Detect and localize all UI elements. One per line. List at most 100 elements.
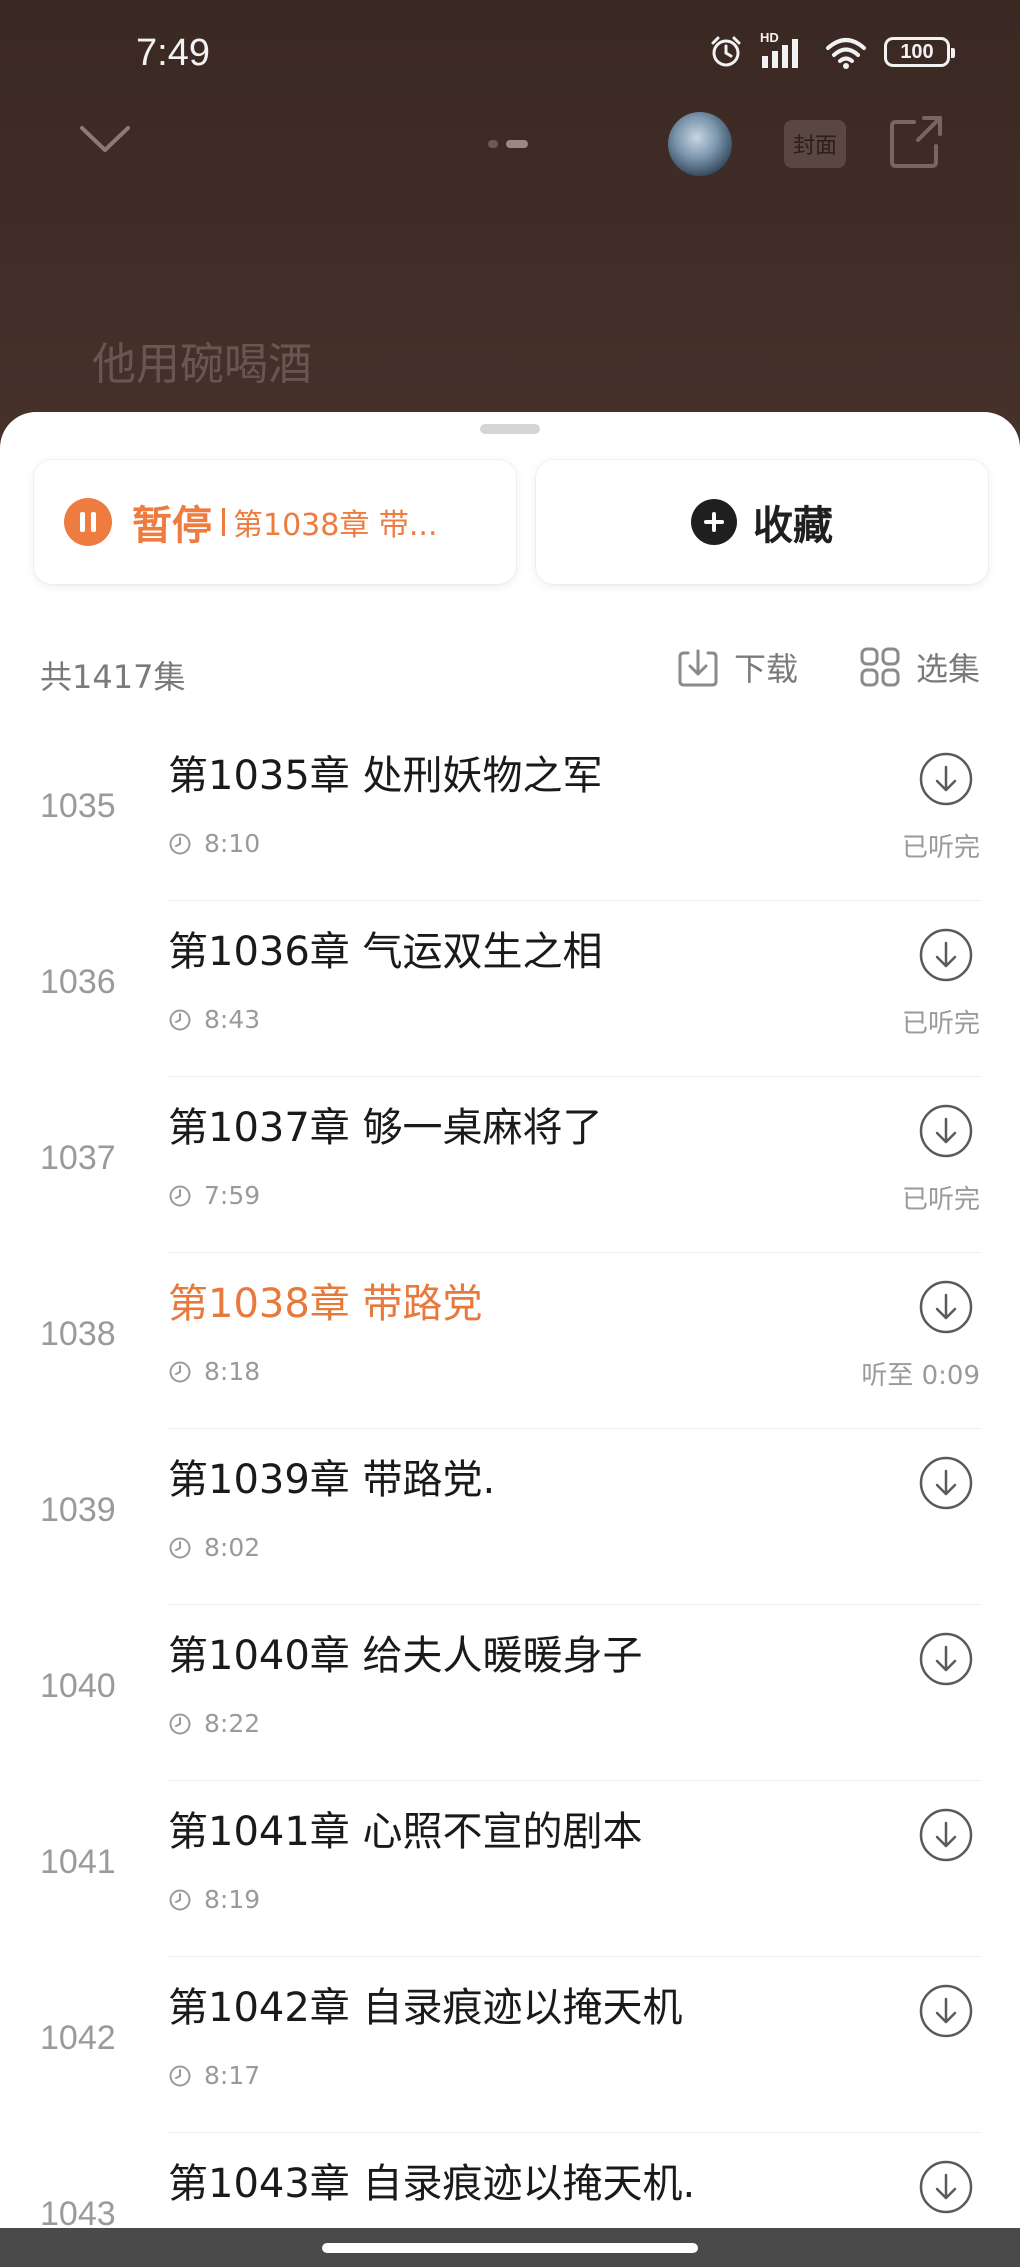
chapter-status: 已听完 [901, 1185, 980, 1215]
alarm-icon [711, 36, 741, 67]
download-circle-icon[interactable] [918, 2159, 974, 2215]
chapter-title: 第1043章 自录痕迹以掩天机. [168, 2161, 696, 2207]
chapter-row[interactable]: 1039 第1039章 带路党. 8:02 [0, 1429, 1020, 1605]
drag-handle[interactable] [480, 424, 540, 434]
chapter-duration: 8:18 [204, 1357, 261, 1386]
chapter-title: 第1035章 处刑妖物之军 [168, 753, 603, 799]
chapter-status: 已听完 [901, 1009, 980, 1039]
chapter-meta: 8:19 [168, 1885, 260, 1914]
chapter-number: 1041 [40, 1843, 116, 1881]
home-indicator[interactable] [322, 2243, 698, 2253]
chapter-number: 1040 [40, 1667, 116, 1705]
chapter-duration: 8:10 [204, 829, 261, 858]
chapter-number: 1035 [40, 787, 116, 825]
select-episodes-button[interactable]: 选集 [858, 644, 980, 690]
player-toolbar: 封面 [0, 110, 1020, 180]
chapter-title: 第1042章 自录痕迹以掩天机 [168, 1985, 683, 2031]
player-background: 7:49 HD 100 封面 他用碗喝酒 [0, 0, 1020, 440]
pause-button[interactable]: 暂停 第1038章 带... [34, 460, 516, 584]
download-button[interactable]: 下载 [676, 644, 798, 690]
battery-icon: 100 [884, 37, 955, 67]
chapter-meta: 7:59 [168, 1181, 260, 1210]
chapter-meta: 8:18 [168, 1357, 260, 1386]
divider [222, 508, 225, 536]
episode-count: 共1417集 [40, 658, 186, 696]
chapter-number: 1038 [40, 1315, 116, 1353]
chapter-duration: 8:19 [204, 1885, 261, 1914]
download-circle-icon[interactable] [918, 927, 974, 983]
status-time: 7:49 [136, 32, 210, 74]
chapter-meta: 8:43 [168, 1005, 260, 1034]
clock-icon [169, 1009, 191, 1030]
chapter-duration: 7:59 [204, 1181, 261, 1210]
clock-icon [169, 1713, 191, 1734]
chapter-row[interactable]: 1040 第1040章 给夫人暖暖身子 8:22 [0, 1605, 1020, 1781]
download-circle-icon[interactable] [918, 1807, 974, 1863]
chapter-meta: 8:02 [168, 1533, 260, 1562]
plus-icon [691, 499, 737, 545]
download-circle-icon[interactable] [918, 1103, 974, 1159]
action-row: 暂停 第1038章 带... 收藏 [34, 460, 988, 584]
download-circle-icon[interactable] [918, 1279, 974, 1335]
download-label: 下载 [733, 650, 798, 688]
system-nav-bar [0, 2228, 1020, 2267]
status-icons: HD 100 [708, 30, 955, 70]
pause-label: 暂停 [132, 503, 212, 549]
avatar[interactable] [668, 112, 732, 176]
status-bar: 7:49 HD 100 [0, 28, 1020, 88]
grid-icon [860, 647, 900, 687]
select-label: 选集 [915, 650, 980, 688]
chapter-title: 第1037章 够一桌麻将了 [168, 1105, 603, 1151]
header-actions: 下载 选集 [616, 644, 980, 690]
chapter-title: 第1040章 给夫人暖暖身子 [168, 1633, 643, 1679]
chapter-list: 1035 第1035章 处刑妖物之军 8:10 已听完 1036 第1036章 气运双生之… [0, 725, 1020, 2267]
list-header: 共1417集 下载 选集 [40, 644, 980, 704]
chapter-row-current[interactable]: 1038 第1038章 带路党 8:18 听至 0:09 [0, 1253, 1020, 1429]
clock-icon [169, 1537, 191, 1558]
clock-icon [169, 1889, 191, 1910]
page-indicator [488, 140, 528, 148]
favorite-button[interactable]: 收藏 [536, 460, 988, 584]
chapter-meta: 8:10 [168, 829, 260, 858]
download-icon [678, 649, 718, 687]
chapter-status: 听至 0:09 [861, 1361, 980, 1391]
chapter-title: 第1041章 心照不宣的剧本 [168, 1809, 643, 1855]
chapter-meta: 8:22 [168, 1709, 260, 1738]
download-circle-icon[interactable] [918, 1983, 974, 2039]
chapter-duration: 8:22 [204, 1709, 261, 1738]
favorite-label: 收藏 [753, 503, 833, 549]
chapter-duration: 8:02 [204, 1533, 261, 1562]
cover-button[interactable]: 封面 [784, 120, 846, 168]
wifi-icon [826, 38, 866, 69]
chapter-number: 1039 [40, 1491, 116, 1529]
clock-icon [169, 833, 191, 854]
chapter-title: 第1036章 气运双生之相 [168, 929, 603, 975]
chapter-status: 已听完 [901, 833, 980, 863]
pause-icon [64, 498, 112, 546]
clock-icon [169, 2065, 191, 2086]
chapter-meta: 8:17 [168, 2061, 260, 2090]
lyric-line: 他用碗喝酒 [92, 339, 312, 390]
page-dot [488, 140, 498, 148]
clock-icon [169, 1361, 191, 1382]
chapter-duration: 8:43 [204, 1005, 261, 1034]
download-circle-icon[interactable] [918, 1455, 974, 1511]
chapter-row[interactable]: 1036 第1036章 气运双生之相 8:43 已听完 [0, 901, 1020, 1077]
chapter-number: 1036 [40, 963, 116, 1001]
cellular-signal-icon: HD [760, 30, 808, 70]
chapter-title: 第1039章 带路党. [168, 1457, 496, 1503]
chapter-number: 1042 [40, 2019, 116, 2057]
chapter-title: 第1038章 带路党 [168, 1281, 483, 1327]
share-icon[interactable] [888, 114, 944, 170]
download-circle-icon[interactable] [918, 1631, 974, 1687]
chapter-row[interactable]: 1042 第1042章 自录痕迹以掩天机 8:17 [0, 1957, 1020, 2133]
page-dot-active [506, 140, 528, 148]
chapter-row[interactable]: 1035 第1035章 处刑妖物之军 8:10 已听完 [0, 725, 1020, 901]
chapter-duration: 8:17 [204, 2061, 261, 2090]
download-circle-icon[interactable] [918, 751, 974, 807]
episode-list-sheet: 暂停 第1038章 带... 收藏 共1417集 下载 选集 1035 第103… [0, 412, 1020, 2267]
chapter-row[interactable]: 1041 第1041章 心照不宣的剧本 8:19 [0, 1781, 1020, 1957]
clock-icon [169, 1185, 191, 1206]
chevron-down-icon[interactable] [78, 122, 132, 156]
chapter-row[interactable]: 1037 第1037章 够一桌麻将了 7:59 已听完 [0, 1077, 1020, 1253]
